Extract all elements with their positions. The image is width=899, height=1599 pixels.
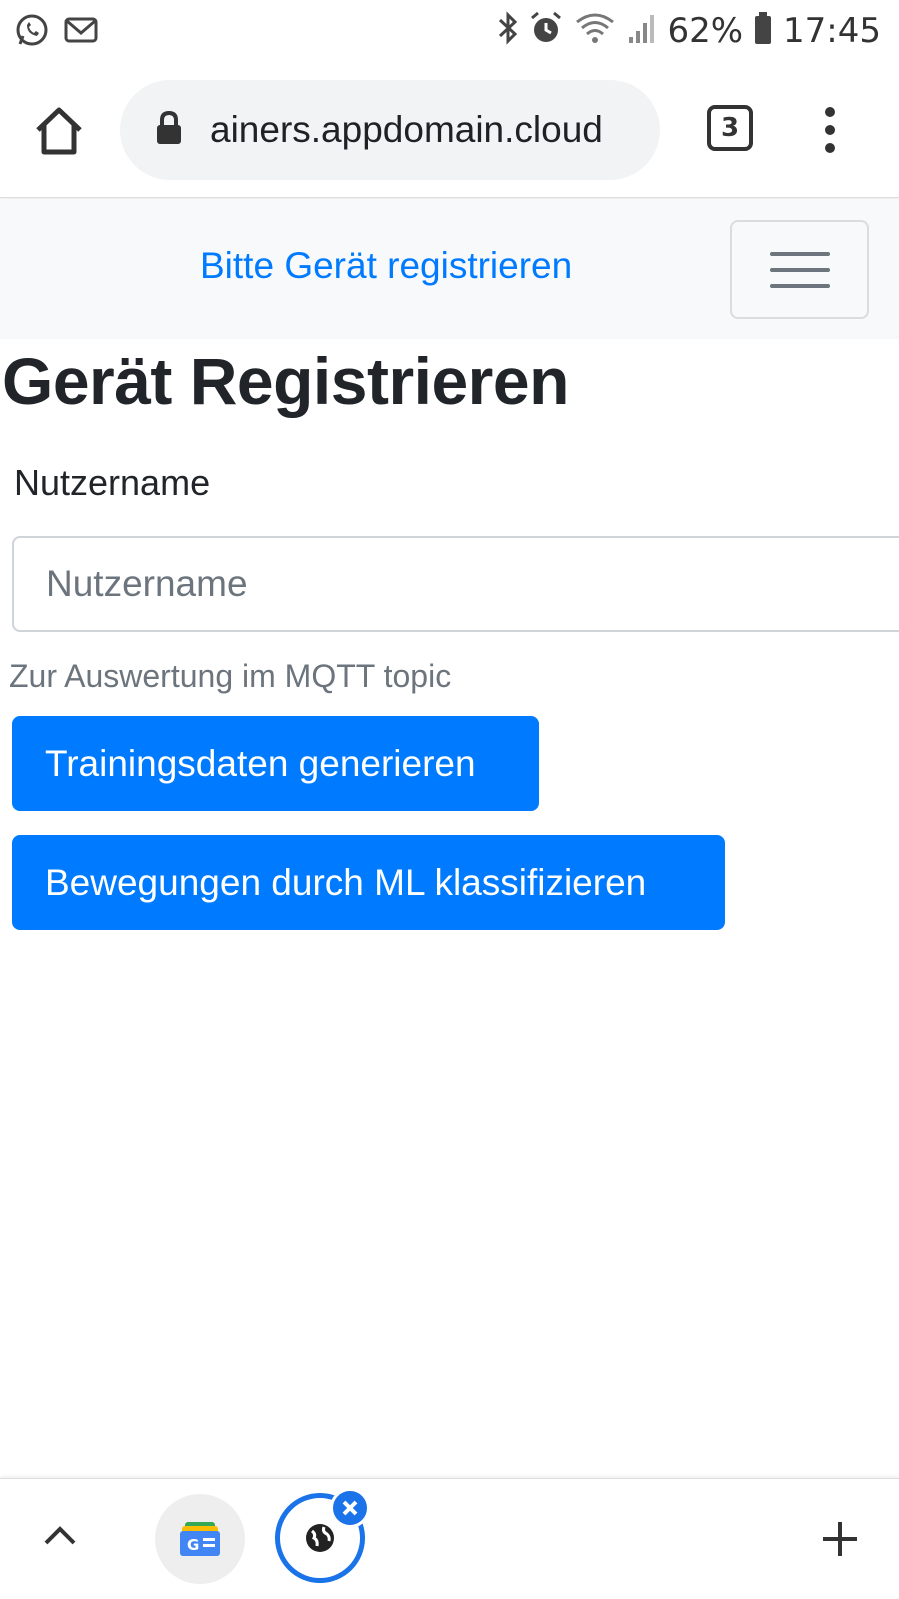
url-bar[interactable]: ainers.appdomain.cloud (120, 80, 660, 180)
gmail-icon (64, 16, 98, 49)
whatsapp-icon (14, 12, 50, 53)
globe-icon (306, 1524, 334, 1552)
bottom-tab-bar: G (0, 1478, 899, 1599)
home-icon[interactable] (30, 102, 88, 160)
battery-percent: 62% (667, 10, 744, 51)
status-left-icons (14, 12, 98, 53)
lock-icon (154, 110, 184, 151)
tab-thumbnail-news[interactable]: G (155, 1494, 245, 1584)
classify-movements-button[interactable]: Bewegungen durch ML klassifizieren (12, 835, 725, 930)
google-news-icon: G (180, 1522, 220, 1556)
generate-training-data-button[interactable]: Trainingsdaten generieren (12, 716, 539, 811)
username-label: Nutzername (14, 462, 211, 503)
navbar-brand[interactable]: Bitte Gerät registrieren (200, 245, 572, 287)
overflow-menu-icon[interactable] (818, 106, 842, 154)
browser-toolbar: ainers.appdomain.cloud 3 (0, 64, 899, 198)
status-right-icons: 62% 17:45 (497, 10, 881, 51)
clock: 17:45 (783, 10, 881, 51)
username-input[interactable] (12, 536, 899, 632)
wifi-icon (573, 10, 617, 51)
site-navbar: Bitte Gerät registrieren (0, 199, 899, 339)
chevron-up-icon[interactable] (42, 1523, 78, 1547)
url-text: ainers.appdomain.cloud (210, 109, 603, 150)
navbar-toggler-button[interactable] (730, 220, 869, 319)
signal-icon (627, 11, 657, 50)
bluetooth-icon (497, 10, 519, 51)
battery-icon (753, 10, 773, 51)
page-title: Gerät Registrieren (2, 344, 569, 418)
alarm-icon (529, 10, 563, 51)
status-bar: 62% 17:45 (0, 0, 899, 64)
svg-text:G: G (187, 1536, 199, 1554)
close-tab-icon[interactable] (330, 1488, 370, 1528)
help-text: Zur Auswertung im MQTT topic (9, 658, 452, 694)
hamburger-icon (769, 251, 830, 256)
tab-switcher-button[interactable]: 3 (707, 105, 753, 151)
new-tab-plus-icon[interactable] (820, 1519, 860, 1559)
